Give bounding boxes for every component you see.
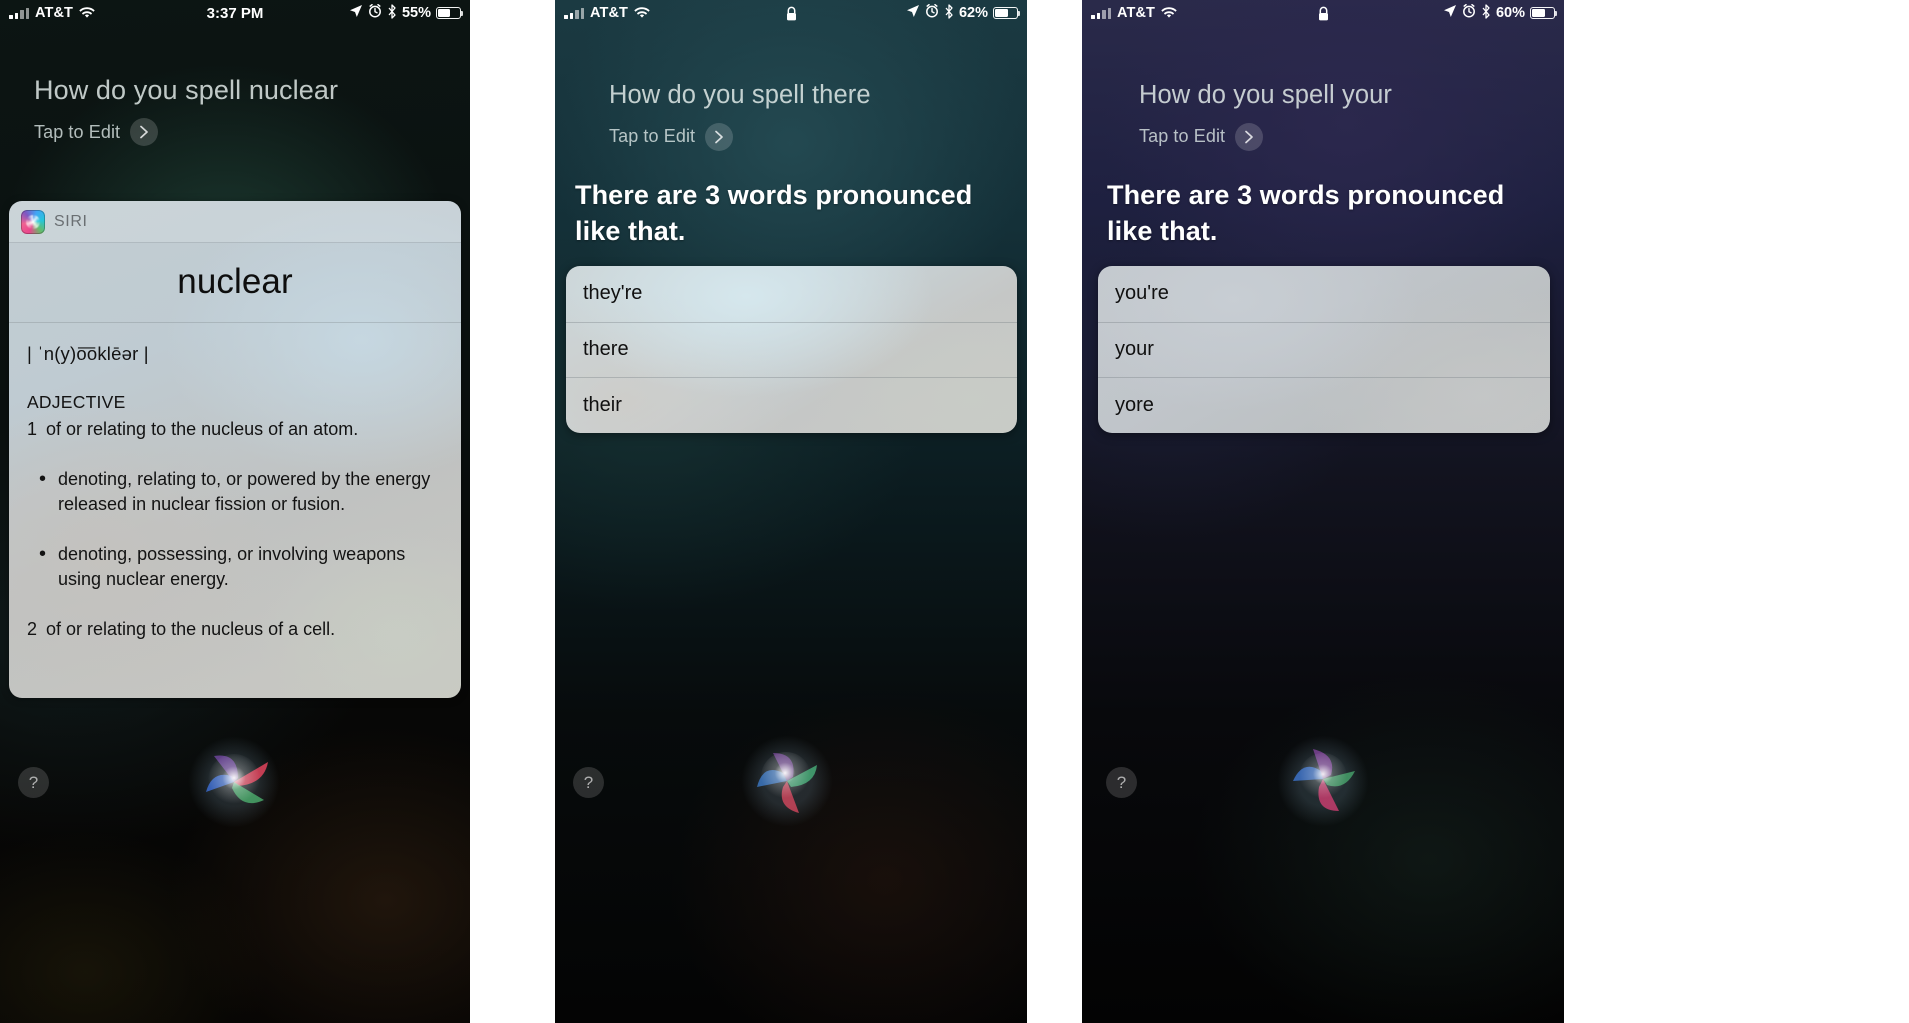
sub-sense-text: denoting, possessing, or involving weapo… bbox=[58, 543, 406, 590]
homophone-list[interactable]: you're your yore bbox=[1098, 266, 1550, 433]
siri-app-icon bbox=[21, 209, 45, 234]
location-arrow-icon bbox=[906, 4, 920, 22]
homophone-list[interactable]: they're there their bbox=[566, 266, 1017, 433]
help-button[interactable]: ? bbox=[573, 767, 604, 798]
siri-panel-your: AT&T 60% How do you spell your Tap to Ed… bbox=[1082, 0, 1564, 1023]
help-label: ? bbox=[28, 772, 39, 792]
wifi-icon bbox=[79, 7, 95, 19]
battery-percent-label: 60% bbox=[1495, 5, 1525, 21]
siri-orb-icon[interactable] bbox=[741, 735, 833, 827]
bullet-icon: • bbox=[39, 542, 47, 565]
alarm-clock-icon bbox=[925, 3, 939, 22]
headword: nuclear bbox=[9, 243, 461, 323]
chevron-right-icon[interactable] bbox=[705, 122, 734, 151]
help-button[interactable]: ? bbox=[1106, 767, 1137, 798]
query-text: How do you spell there bbox=[609, 81, 871, 109]
tap-to-edit-button[interactable]: Tap to Edit bbox=[34, 118, 436, 147]
status-right-group: 55% bbox=[349, 3, 464, 23]
query-text: How do you spell your bbox=[1139, 81, 1392, 109]
siri-query-header: How do you spell your Tap to Edit bbox=[1082, 80, 1564, 151]
chevron-right-icon[interactable] bbox=[130, 118, 159, 147]
sense-item: 2 of or relating to the nucleus of a cel… bbox=[27, 617, 443, 643]
siri-orb-icon[interactable] bbox=[1277, 735, 1369, 827]
panel-divider bbox=[1027, 0, 1082, 1023]
list-item[interactable]: yore bbox=[1098, 377, 1550, 433]
definition-body: | ˈn(y)o͞oklēər | ADJECTIVE 1 of or rela… bbox=[9, 323, 461, 642]
answer-text: There are 3 words pronounced like that. bbox=[1107, 180, 1505, 246]
bluetooth-icon bbox=[1481, 3, 1491, 23]
battery-percent-label: 55% bbox=[401, 5, 431, 21]
help-label: ? bbox=[1116, 772, 1127, 792]
siri-screenshot-strip: AT&T 3:37 PM 55% How do you spell nuclea… bbox=[0, 0, 1909, 1023]
list-item[interactable]: they're bbox=[566, 266, 1017, 322]
bullet-icon: • bbox=[39, 467, 47, 490]
wifi-icon bbox=[634, 7, 650, 19]
siri-query-header: How do you spell nuclear Tap to Edit bbox=[0, 74, 470, 147]
sense-text: of or relating to the nucleus of a cell. bbox=[46, 618, 336, 639]
siri-panel-there: AT&T 62% How do you spell there Tap to E… bbox=[555, 0, 1027, 1023]
wallpaper-background bbox=[555, 0, 1027, 1023]
battery-icon bbox=[1530, 7, 1558, 19]
wallpaper-background bbox=[1082, 0, 1564, 1023]
status-bar: AT&T 62% bbox=[555, 0, 1027, 26]
alarm-clock-icon bbox=[1462, 3, 1476, 22]
answer-text: There are 3 words pronounced like that. bbox=[575, 180, 973, 246]
status-bar: AT&T 3:37 PM 55% bbox=[0, 0, 470, 26]
carrier-label: AT&T bbox=[35, 5, 73, 21]
wifi-icon bbox=[1161, 7, 1177, 19]
help-button[interactable]: ? bbox=[18, 767, 49, 798]
location-arrow-icon bbox=[1443, 4, 1457, 22]
signal-bars-icon bbox=[9, 7, 29, 19]
siri-query-header: How do you spell there Tap to Edit bbox=[555, 80, 1027, 151]
status-left-group: AT&T bbox=[1091, 5, 1177, 21]
sub-sense-item: • denoting, relating to, or powered by t… bbox=[27, 467, 443, 518]
chevron-right-icon[interactable] bbox=[1235, 122, 1264, 151]
tap-to-edit-label: Tap to Edit bbox=[609, 126, 696, 147]
sub-sense-item: • denoting, possessing, or involving wea… bbox=[27, 542, 443, 593]
signal-bars-icon bbox=[1091, 7, 1111, 19]
sense-text: of or relating to the nucleus of an atom… bbox=[46, 419, 359, 440]
tap-to-edit-label: Tap to Edit bbox=[34, 121, 121, 142]
status-right-group: 62% bbox=[906, 3, 1021, 23]
siri-orb-icon[interactable] bbox=[188, 736, 280, 828]
list-item[interactable]: their bbox=[566, 377, 1017, 433]
signal-bars-icon bbox=[564, 7, 584, 19]
alarm-clock-icon bbox=[368, 3, 382, 22]
carrier-label: AT&T bbox=[590, 5, 628, 21]
carrier-label: AT&T bbox=[1117, 5, 1155, 21]
battery-icon bbox=[993, 7, 1021, 19]
tap-to-edit-label: Tap to Edit bbox=[1139, 126, 1226, 147]
battery-icon bbox=[436, 7, 464, 19]
sense-item: 1 of or relating to the nucleus of an at… bbox=[27, 417, 443, 443]
query-text: How do you spell nuclear bbox=[34, 75, 339, 105]
panel-divider bbox=[470, 0, 555, 1023]
sub-sense-text: denoting, relating to, or powered by the… bbox=[58, 468, 431, 515]
status-bar: AT&T 60% bbox=[1082, 0, 1564, 26]
sense-number: 1 bbox=[27, 419, 38, 440]
bluetooth-icon bbox=[387, 3, 397, 23]
dictionary-card[interactable]: SIRI nuclear | ˈn(y)o͞oklēər | ADJECTIVE… bbox=[9, 201, 461, 698]
siri-panel-nuclear: AT&T 3:37 PM 55% How do you spell nuclea… bbox=[0, 0, 470, 1023]
part-of-speech: ADJECTIVE bbox=[27, 392, 126, 413]
status-left-group: AT&T bbox=[9, 5, 95, 21]
battery-percent-label: 62% bbox=[958, 5, 988, 21]
list-item[interactable]: you're bbox=[1098, 266, 1550, 322]
card-source-header: SIRI bbox=[9, 201, 461, 243]
list-item[interactable]: your bbox=[1098, 321, 1550, 378]
help-label: ? bbox=[583, 772, 594, 792]
location-arrow-icon bbox=[349, 4, 363, 22]
sense-number: 2 bbox=[27, 618, 38, 639]
bluetooth-icon bbox=[944, 3, 954, 23]
list-item[interactable]: there bbox=[566, 321, 1017, 378]
tap-to-edit-button[interactable]: Tap to Edit bbox=[1139, 122, 1507, 151]
pronunciation: | ˈn(y)o͞oklēər | bbox=[27, 343, 149, 364]
card-source-label: SIRI bbox=[54, 212, 88, 230]
status-left-group: AT&T bbox=[564, 5, 650, 21]
tap-to-edit-button[interactable]: Tap to Edit bbox=[609, 122, 973, 151]
status-right-group: 60% bbox=[1443, 3, 1558, 23]
